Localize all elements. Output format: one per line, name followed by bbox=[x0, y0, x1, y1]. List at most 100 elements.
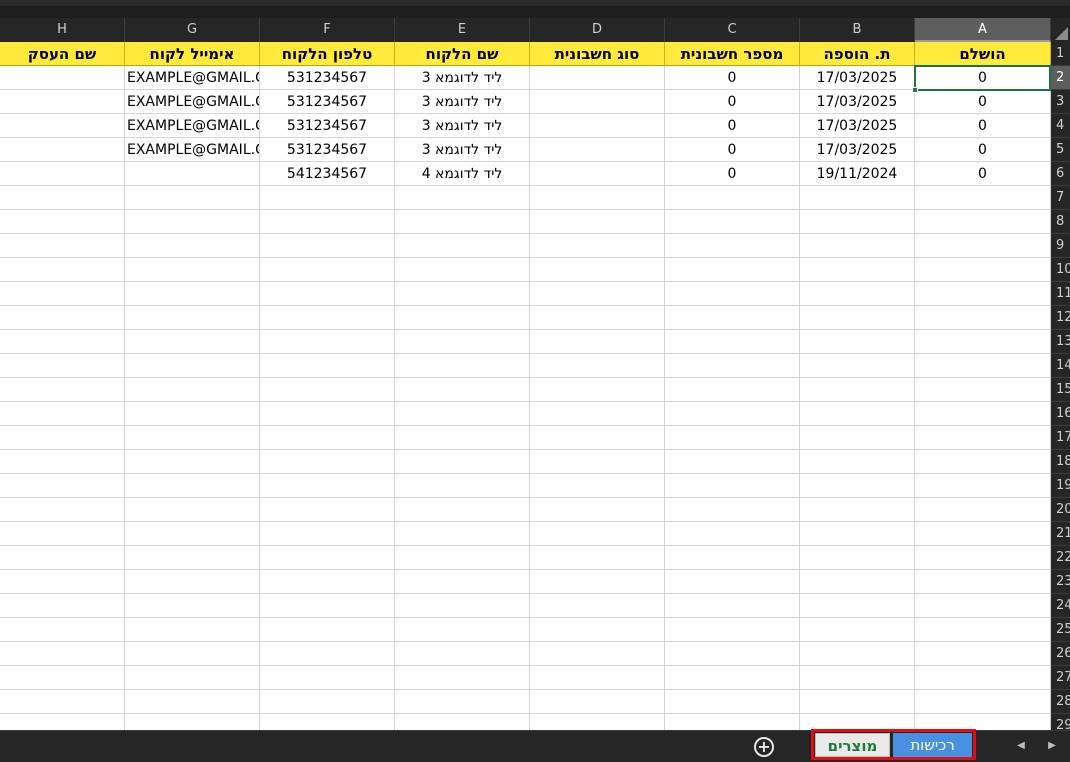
cell-invoice-number[interactable]: 0 bbox=[665, 66, 800, 90]
empty-cell[interactable] bbox=[665, 306, 800, 330]
cell-completed[interactable]: 0 bbox=[915, 66, 1051, 90]
row-header[interactable]: 17 bbox=[1051, 426, 1070, 450]
empty-cell[interactable] bbox=[0, 594, 125, 618]
empty-cell[interactable] bbox=[530, 474, 665, 498]
column-header-e[interactable]: E bbox=[395, 18, 530, 42]
empty-cell[interactable] bbox=[395, 426, 530, 450]
empty-cell[interactable] bbox=[800, 594, 915, 618]
empty-cell[interactable] bbox=[530, 402, 665, 426]
empty-cell[interactable] bbox=[260, 522, 395, 546]
sheet-nav-next-icon[interactable]: ▶ bbox=[1045, 737, 1059, 755]
empty-cell[interactable] bbox=[260, 210, 395, 234]
row-header[interactable]: 4 bbox=[1051, 114, 1070, 138]
row-header[interactable]: 28 bbox=[1051, 690, 1070, 714]
cell-invoice-type[interactable] bbox=[530, 66, 665, 90]
empty-cell[interactable] bbox=[125, 210, 260, 234]
empty-cell[interactable] bbox=[260, 186, 395, 210]
empty-cell[interactable] bbox=[530, 426, 665, 450]
cell-invoice-number[interactable]: 0 bbox=[665, 162, 800, 186]
empty-cell[interactable] bbox=[530, 354, 665, 378]
empty-cell[interactable] bbox=[0, 642, 125, 666]
empty-cell[interactable] bbox=[125, 522, 260, 546]
empty-cell[interactable] bbox=[530, 714, 665, 730]
empty-cell[interactable] bbox=[800, 474, 915, 498]
empty-cell[interactable] bbox=[915, 618, 1051, 642]
cell-completed[interactable]: 0 bbox=[915, 90, 1051, 114]
cell-customer-phone[interactable]: 531234567 bbox=[260, 66, 395, 90]
empty-cell[interactable] bbox=[0, 258, 125, 282]
empty-cell[interactable] bbox=[665, 690, 800, 714]
empty-cell[interactable] bbox=[260, 402, 395, 426]
empty-cell[interactable] bbox=[665, 498, 800, 522]
empty-cell[interactable] bbox=[125, 642, 260, 666]
empty-cell[interactable] bbox=[125, 330, 260, 354]
empty-cell[interactable] bbox=[260, 330, 395, 354]
empty-cell[interactable] bbox=[915, 258, 1051, 282]
cell-customer-phone[interactable]: 531234567 bbox=[260, 138, 395, 162]
empty-cell[interactable] bbox=[125, 354, 260, 378]
empty-cell[interactable] bbox=[530, 690, 665, 714]
row-header[interactable]: 19 bbox=[1051, 474, 1070, 498]
empty-cell[interactable] bbox=[915, 546, 1051, 570]
row-header[interactable]: 12 bbox=[1051, 306, 1070, 330]
empty-cell[interactable] bbox=[665, 570, 800, 594]
empty-cell[interactable] bbox=[665, 402, 800, 426]
cell-date-added[interactable]: 17/03/2025 bbox=[800, 90, 915, 114]
row-header[interactable]: 29 bbox=[1051, 714, 1070, 730]
empty-cell[interactable] bbox=[800, 666, 915, 690]
cell-customer-phone[interactable]: 531234567 bbox=[260, 114, 395, 138]
empty-cell[interactable] bbox=[665, 234, 800, 258]
empty-cell[interactable] bbox=[800, 306, 915, 330]
empty-cell[interactable] bbox=[665, 522, 800, 546]
empty-cell[interactable] bbox=[800, 282, 915, 306]
fill-handle[interactable] bbox=[912, 87, 918, 93]
cell-customer-email[interactable] bbox=[125, 162, 260, 186]
empty-cell[interactable] bbox=[915, 498, 1051, 522]
empty-cell[interactable] bbox=[915, 594, 1051, 618]
cell-completed[interactable]: 0 bbox=[915, 162, 1051, 186]
empty-cell[interactable] bbox=[260, 570, 395, 594]
row-header[interactable]: 10 bbox=[1051, 258, 1070, 282]
empty-cell[interactable] bbox=[125, 426, 260, 450]
cell-customer-name[interactable]: ליד לדוגמא 4 bbox=[395, 162, 530, 186]
empty-cell[interactable] bbox=[530, 186, 665, 210]
header-cell-customer-email[interactable]: אימייל לקוח bbox=[125, 42, 260, 66]
empty-cell[interactable] bbox=[665, 474, 800, 498]
empty-cell[interactable] bbox=[260, 594, 395, 618]
empty-cell[interactable] bbox=[260, 450, 395, 474]
empty-cell[interactable] bbox=[915, 282, 1051, 306]
empty-cell[interactable] bbox=[915, 234, 1051, 258]
row-header[interactable]: 6 bbox=[1051, 162, 1070, 186]
empty-cell[interactable] bbox=[395, 450, 530, 474]
empty-cell[interactable] bbox=[665, 186, 800, 210]
header-cell-invoice-number[interactable]: מספר חשבונית bbox=[665, 42, 800, 66]
empty-cell[interactable] bbox=[0, 666, 125, 690]
row-header[interactable]: 8 bbox=[1051, 210, 1070, 234]
empty-cell[interactable] bbox=[915, 690, 1051, 714]
cell-customer-email[interactable]: EXAMPLE@GMAIL.COM bbox=[125, 138, 260, 162]
empty-cell[interactable] bbox=[800, 210, 915, 234]
row-header[interactable]: 5 bbox=[1051, 138, 1070, 162]
column-header-a[interactable]: A bbox=[915, 18, 1051, 42]
empty-cell[interactable] bbox=[530, 546, 665, 570]
empty-cell[interactable] bbox=[0, 618, 125, 642]
empty-cell[interactable] bbox=[665, 330, 800, 354]
empty-cell[interactable] bbox=[915, 570, 1051, 594]
empty-cell[interactable] bbox=[395, 186, 530, 210]
empty-cell[interactable] bbox=[395, 642, 530, 666]
empty-cell[interactable] bbox=[395, 210, 530, 234]
cell-date-added[interactable]: 17/03/2025 bbox=[800, 66, 915, 90]
empty-cell[interactable] bbox=[260, 618, 395, 642]
cell-business-name[interactable] bbox=[0, 90, 125, 114]
empty-cell[interactable] bbox=[665, 354, 800, 378]
empty-cell[interactable] bbox=[260, 282, 395, 306]
empty-cell[interactable] bbox=[125, 378, 260, 402]
cell-date-added[interactable]: 17/03/2025 bbox=[800, 138, 915, 162]
empty-cell[interactable] bbox=[125, 546, 260, 570]
cell-date-added[interactable]: 17/03/2025 bbox=[800, 114, 915, 138]
empty-cell[interactable] bbox=[665, 594, 800, 618]
tab-purchases[interactable]: רכישות bbox=[893, 733, 972, 757]
cell-invoice-type[interactable] bbox=[530, 162, 665, 186]
empty-cell[interactable] bbox=[260, 378, 395, 402]
empty-cell[interactable] bbox=[915, 306, 1051, 330]
